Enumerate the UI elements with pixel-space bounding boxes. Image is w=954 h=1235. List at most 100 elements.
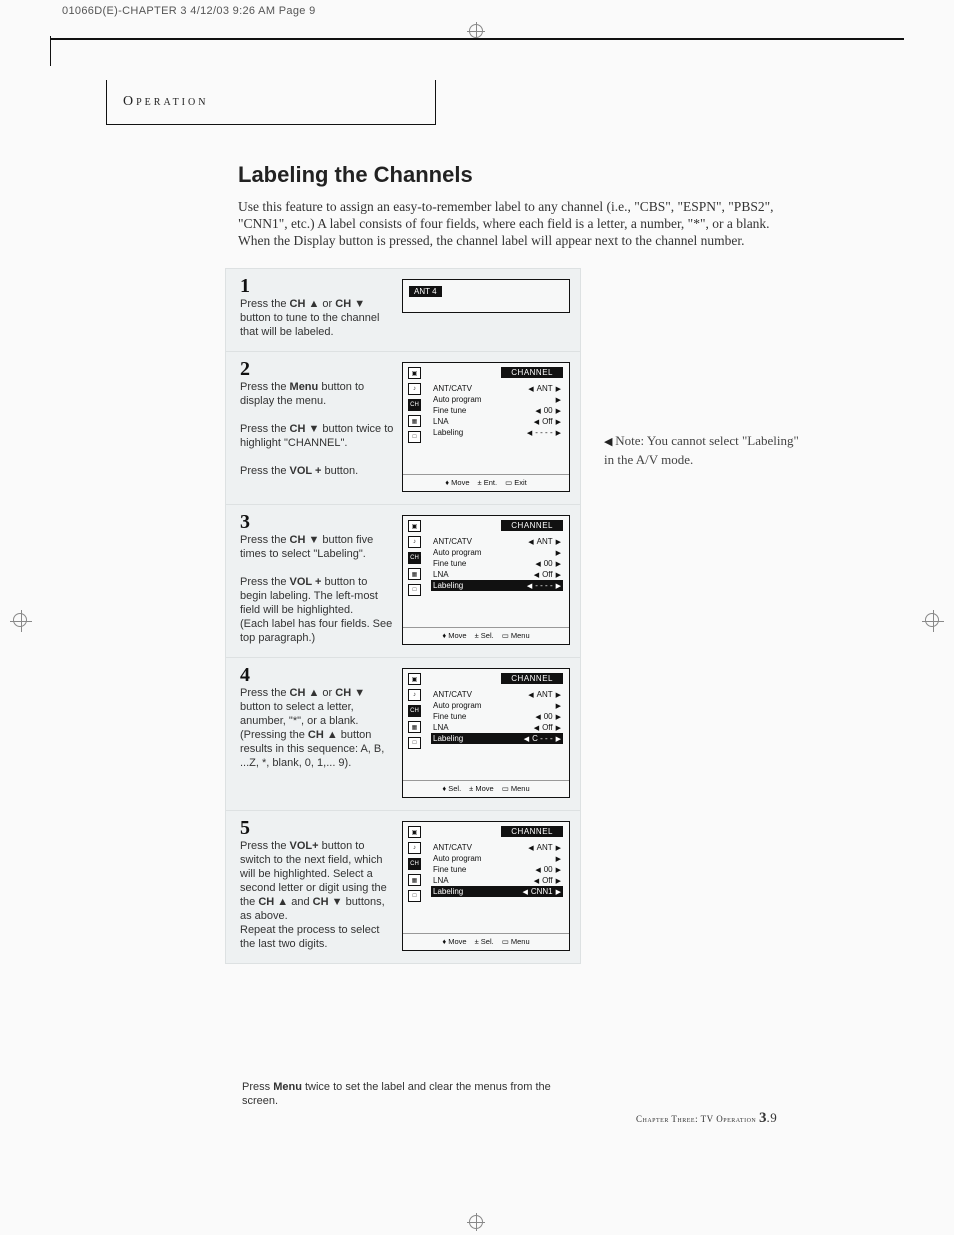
page-rule bbox=[50, 38, 904, 40]
osd-row-label: ANT/CATV bbox=[433, 843, 472, 852]
osd-title: CHANNEL bbox=[501, 673, 563, 684]
step-4: 4Press the CH ▲ or CH ▼ button to select… bbox=[226, 657, 580, 810]
section-header-label: Operation bbox=[123, 94, 208, 109]
osd-wrap: ANT 4 bbox=[402, 279, 570, 339]
corner-mark bbox=[50, 36, 52, 66]
osd-tab-icon: □ bbox=[408, 584, 421, 596]
osd-tab-icon: ♪ bbox=[408, 689, 421, 701]
crop-bot-icon bbox=[467, 1213, 487, 1233]
osd-body: ANT/CATV◀ ANT ▶Auto program ▶Fine tune◀ … bbox=[431, 689, 563, 744]
osd-row: Fine tune ◀ 00 ▶ bbox=[431, 864, 563, 875]
osd-tabs: ▣♪CH▦□ bbox=[408, 367, 421, 443]
osd-title: CHANNEL bbox=[501, 367, 563, 378]
osd-row-value: ◀ - - - - ▶ bbox=[527, 581, 561, 590]
register-right-icon bbox=[922, 610, 944, 632]
osd-row-value: ◀ C - - - ▶ bbox=[524, 734, 561, 743]
osd-row: Labeling ◀ C - - - ▶ bbox=[431, 733, 563, 744]
osd-row-value: ▶ bbox=[553, 396, 561, 404]
osd-row-label: Fine tune bbox=[433, 865, 466, 874]
osd-footer: ♦ Move± Sel.▭ Menu bbox=[403, 627, 569, 640]
osd-wrap: CHANNEL ▣♪CH▦□ ANT/CATV◀ ANT ▶Auto program… bbox=[402, 362, 570, 492]
osd-row: ANT/CATV◀ ANT ▶ bbox=[431, 689, 563, 700]
osd-row-label: Auto program bbox=[433, 548, 481, 557]
step-text: 3 Press the CH ▼ button five times to sel… bbox=[240, 515, 394, 645]
osd-row-value: ▶ bbox=[553, 702, 561, 710]
osd-footer-hint: ± Sel. bbox=[475, 937, 494, 946]
osd-row-value: ◀ ANT ▶ bbox=[528, 537, 561, 546]
step-body: Press the VOL+ button to switch to the n… bbox=[240, 840, 387, 950]
osd-row: ANT/CATV◀ ANT ▶ bbox=[431, 383, 563, 394]
osd-row-value: ◀ CNN1 ▶ bbox=[522, 887, 561, 896]
osd-row-value: ◀ 00 ▶ bbox=[535, 406, 561, 415]
osd-tab-icon: ♪ bbox=[408, 842, 421, 854]
osd-row: Labeling◀ - - - - ▶ bbox=[431, 427, 563, 438]
osd-row-label: LNA bbox=[433, 876, 449, 885]
closing-pre: Press bbox=[242, 1081, 273, 1093]
osd-title: CHANNEL bbox=[501, 520, 563, 531]
step-body: Press the CH ▼ button five times to sele… bbox=[240, 534, 392, 644]
osd-row: Labeling◀ CNN1 ▶ bbox=[431, 886, 563, 897]
osd-tab-icon: CH bbox=[408, 399, 421, 411]
osd-row: Auto program ▶ bbox=[431, 700, 563, 711]
osd-footer-hint: ▭ Menu bbox=[502, 937, 530, 946]
osd-title: CHANNEL bbox=[501, 826, 563, 837]
page-title: Labeling the Channels bbox=[238, 162, 798, 188]
osd-screen: CHANNEL ▣♪CH▦□ ANT/CATV◀ ANT ▶Auto program… bbox=[402, 362, 570, 492]
step-number: 3 bbox=[240, 515, 394, 529]
osd-row-label: LNA bbox=[433, 723, 449, 732]
osd-row-label: LNA bbox=[433, 570, 449, 579]
osd-row: LNA◀ Off ▶ bbox=[431, 416, 563, 427]
side-note: Note: You cannot select "Labeling" in th… bbox=[604, 432, 804, 468]
intro-text: Use this feature to assign an easy-to-re… bbox=[238, 198, 798, 249]
osd-row-value: ◀ 00 ▶ bbox=[535, 865, 561, 874]
osd-row-label: Fine tune bbox=[433, 559, 466, 568]
osd-footer-hint: ♦ Sel. bbox=[442, 784, 461, 793]
step-5: 5 Press the VOL+ button to switch to the … bbox=[226, 810, 580, 963]
osd-row-label: Labeling bbox=[433, 734, 463, 743]
osd-row-value: ◀ Off ▶ bbox=[534, 876, 561, 885]
osd-wrap: CHANNEL▣♪CH▦□ANT/CATV◀ ANT ▶Auto program… bbox=[402, 515, 570, 645]
osd-tabs: ▣♪CH▦□ bbox=[408, 520, 421, 596]
closing-bold: Menu bbox=[273, 1081, 302, 1093]
osd-row-label: Auto program bbox=[433, 395, 481, 404]
osd-row-label: Labeling bbox=[433, 581, 463, 590]
osd-row-value: ◀ ANT ▶ bbox=[528, 843, 561, 852]
osd-row: ANT/CATV ◀ ANT ▶ bbox=[431, 842, 563, 853]
osd-row-label: Auto program bbox=[433, 701, 481, 710]
osd-wrap: CHANNEL▣♪CH▦□ANT/CATV◀ ANT ▶Auto program… bbox=[402, 668, 570, 798]
osd-row-value: ◀ Off ▶ bbox=[534, 723, 561, 732]
osd-row-value: ▶ bbox=[553, 549, 561, 557]
osd-tab-icon: ▦ bbox=[408, 721, 421, 733]
osd-footer-hint: ▭ Menu bbox=[502, 784, 530, 793]
osd-body: ANT/CATV◀ ANT ▶Auto program ▶ Fine tune ◀ … bbox=[431, 383, 563, 438]
osd-row-label: Auto program bbox=[433, 854, 481, 863]
osd-badge: ANT 4 bbox=[409, 286, 442, 297]
section-header: Operation bbox=[106, 80, 436, 125]
osd-tab-icon: ▣ bbox=[408, 826, 421, 838]
osd-screen: CHANNEL▣♪CH▦□ANT/CATV◀ ANT ▶Auto program… bbox=[402, 515, 570, 645]
footer-page-major: 3 bbox=[759, 1110, 767, 1126]
intro-block: Labeling the Channels Use this feature t… bbox=[238, 162, 798, 249]
osd-row-value: ▶ bbox=[553, 855, 561, 863]
register-left-icon bbox=[10, 610, 32, 632]
osd-footer: ♦ Move± Ent.▭ Exit bbox=[403, 474, 569, 487]
osd-row-label: Fine tune bbox=[433, 406, 466, 415]
step-3: 3 Press the CH ▼ button five times to sel… bbox=[226, 504, 580, 657]
step-number: 1 bbox=[240, 279, 394, 293]
osd-row: Labeling ◀ - - - - ▶ bbox=[431, 580, 563, 591]
osd-tab-icon: ▦ bbox=[408, 568, 421, 580]
osd-row: Fine tune◀ 00 ▶ bbox=[431, 711, 563, 722]
osd-row: Auto program ▶ bbox=[431, 853, 563, 864]
osd-row: LNA◀ Off ▶ bbox=[431, 569, 563, 580]
osd-row-value: ◀ ANT ▶ bbox=[528, 690, 561, 699]
print-slug: 01066D(E)-CHAPTER 3 4/12/03 9:26 AM Page… bbox=[62, 5, 316, 17]
osd-tab-icon: ♪ bbox=[408, 536, 421, 548]
osd-row-value: ◀ - - - - ▶ bbox=[527, 428, 561, 437]
osd-body: ANT/CATV◀ ANT ▶Auto program ▶Fine tune◀ … bbox=[431, 842, 563, 897]
osd-footer-hint: ± Sel. bbox=[475, 631, 494, 640]
step-number: 5 bbox=[240, 821, 394, 835]
osd-tab-icon: ▣ bbox=[408, 367, 421, 379]
osd-tab-icon: □ bbox=[408, 890, 421, 902]
step-2: 2Press the Menu button to display the me… bbox=[226, 351, 580, 504]
osd-footer-hint: ± Ent. bbox=[478, 478, 498, 487]
